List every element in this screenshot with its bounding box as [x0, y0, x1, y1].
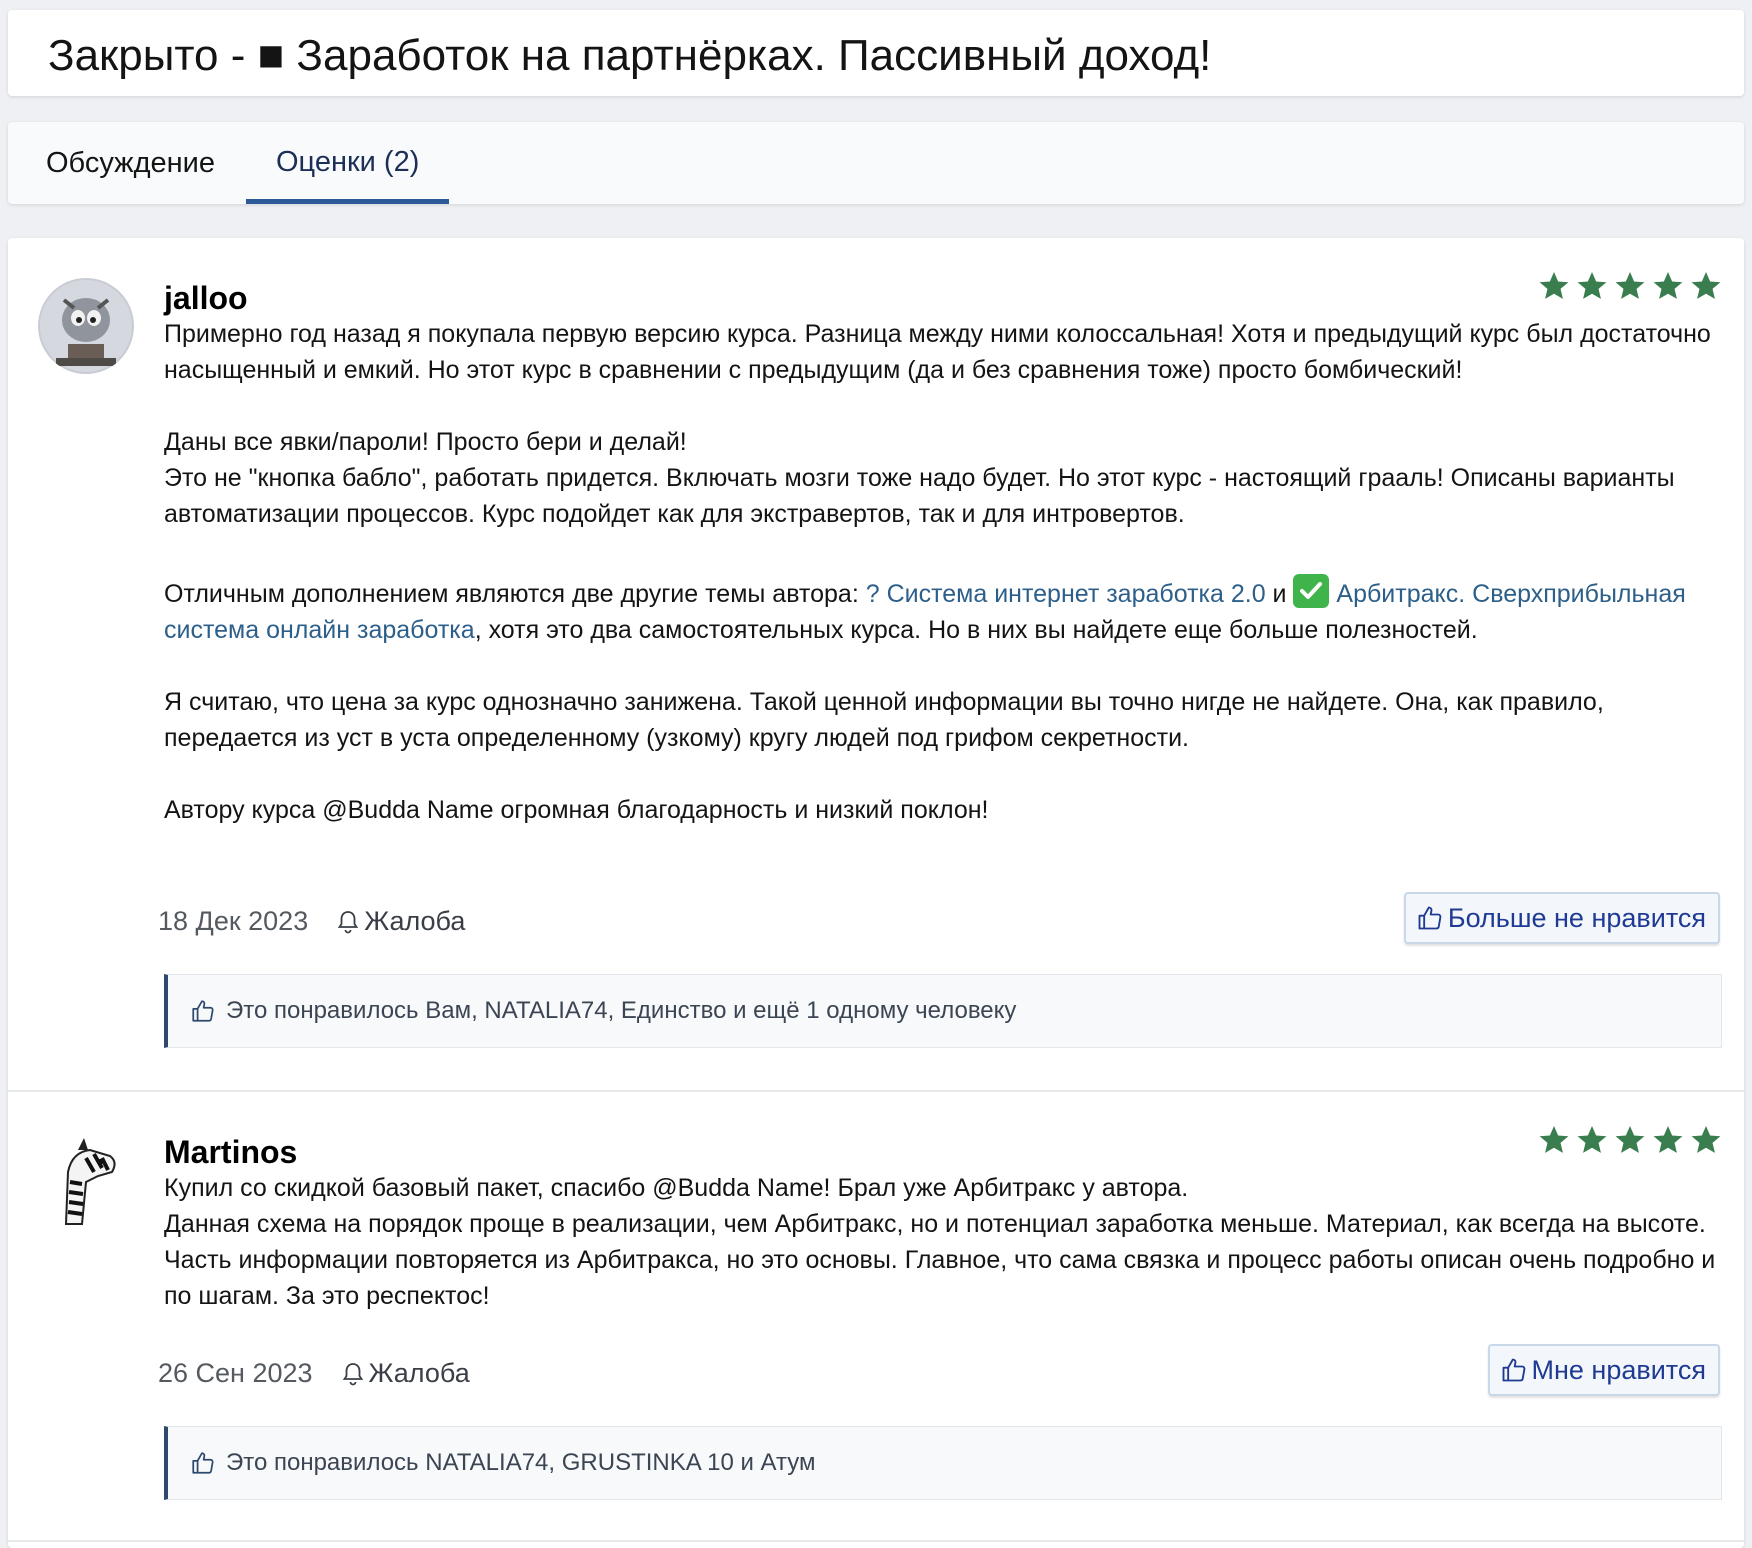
star-icon — [1615, 1126, 1645, 1153]
thumbs-up-icon — [1502, 1358, 1525, 1382]
review-paragraph: Данная схема на порядок проще в реализац… — [164, 1210, 1716, 1310]
like-button-label: Больше не нравится — [1447, 902, 1706, 933]
like-button-label: Мне нравится — [1531, 1354, 1706, 1385]
review-date[interactable]: 18 Дек 2023 — [158, 906, 308, 937]
star-icon — [1615, 272, 1645, 299]
page-header: Закрыто - ■ Заработок на партнёрках. Пас… — [8, 10, 1744, 96]
star-icon — [1577, 272, 1607, 299]
likes-summary: Это понравилось Вам, NATALIA74, Единство… — [164, 974, 1722, 1048]
star-icon — [1691, 272, 1721, 299]
bell-icon — [338, 910, 359, 933]
review-paragraph: Примерно год назад я покупала первую вер… — [164, 320, 1711, 384]
likes-text[interactable]: Это понравилось Вам, NATALIA74, Единство… — [226, 997, 1016, 1025]
star-icon — [1539, 272, 1569, 299]
likes-text[interactable]: Это понравилось NATALIA74, GRUSTINKA 10 … — [226, 1449, 816, 1477]
avatar[interactable] — [38, 1132, 134, 1228]
review-text-segment: и — [1265, 580, 1294, 608]
thumbs-up-icon — [1418, 906, 1442, 930]
avatar[interactable] — [38, 278, 134, 374]
report-link[interactable]: Жалоба — [341, 1358, 470, 1389]
star-icon — [1691, 1126, 1721, 1153]
review-text: Примерно год назад я покупала первую вер… — [164, 316, 1724, 828]
review-divider — [8, 1540, 1744, 1542]
thumbs-up-icon — [192, 1452, 214, 1474]
review-item: jalloo Примерно год назад я покупала пер… — [8, 238, 1744, 1090]
review-text-segment: , хотя это два самостоятельных курса. Но… — [474, 616, 1478, 644]
tab-bar: Обсуждение Оценки (2) — [8, 122, 1744, 204]
star-icon — [1577, 1126, 1607, 1153]
review-paragraph: Отличным дополнением являются две другие… — [164, 574, 1724, 648]
thumbs-up-icon — [192, 1000, 214, 1022]
page-title: Закрыто - ■ Заработок на партнёрках. Пас… — [48, 31, 1212, 80]
username[interactable]: jalloo — [164, 280, 248, 317]
tab-discussion[interactable]: Обсуждение — [16, 122, 245, 204]
likes-summary: Это понравилось NATALIA74, GRUSTINKA 10 … — [164, 1426, 1722, 1500]
reviews-list: jalloo Примерно год назад я покупала пер… — [8, 238, 1744, 1548]
rating-stars — [1538, 270, 1722, 302]
bell-icon — [342, 1362, 363, 1385]
unlike-button[interactable]: Больше не нравится — [1403, 892, 1720, 944]
report-label: Жалоба — [368, 1358, 470, 1388]
review-date[interactable]: 26 Сен 2023 — [158, 1358, 313, 1389]
review-paragraph: Я считаю, что цена за курс однозначно за… — [164, 688, 1604, 752]
review-meta: 26 Сен 2023 Жалоба — [158, 1358, 470, 1389]
review-meta: 18 Дек 2023 Жалоба — [158, 906, 465, 937]
report-link[interactable]: Жалоба — [336, 906, 465, 937]
username[interactable]: Martinos — [164, 1134, 297, 1171]
topic-link-system[interactable]: ? Система интернет заработка 2.0 — [866, 580, 1266, 608]
review-paragraph: Это не "кнопка бабло", работать придется… — [164, 464, 1675, 528]
review-text-segment: Отличным дополнением являются две другие… — [164, 580, 866, 608]
review-paragraph: Автору курса @Budda Name огромная благод… — [164, 796, 989, 824]
rating-stars — [1538, 1124, 1722, 1156]
report-label: Жалоба — [364, 906, 466, 936]
star-icon — [1539, 1126, 1569, 1153]
like-button[interactable]: Мне нравится — [1487, 1344, 1720, 1396]
star-icon — [1653, 1126, 1683, 1153]
review-paragraph: Купил со скидкой базовый пакет, спасибо … — [164, 1174, 1189, 1202]
review-paragraph: Даны все явки/пароли! Просто бери и дела… — [164, 428, 687, 456]
check-mark-icon — [1293, 574, 1330, 608]
review-text: Купил со скидкой базовый пакет, спасибо … — [164, 1170, 1724, 1314]
star-icon — [1653, 272, 1683, 299]
review-item: Martinos Купил со скидкой базовый пакет,… — [8, 1092, 1744, 1548]
tab-ratings[interactable]: Оценки (2) — [246, 122, 450, 204]
